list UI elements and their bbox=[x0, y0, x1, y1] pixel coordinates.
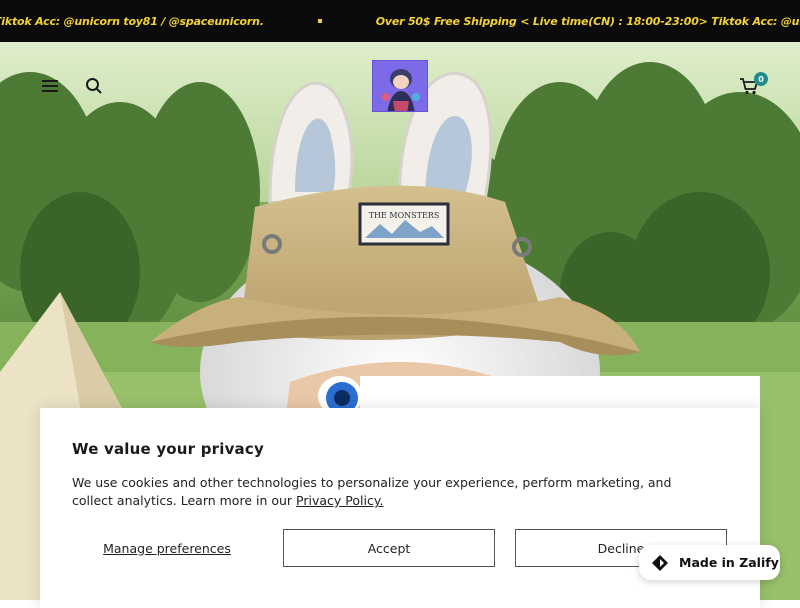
accept-button[interactable]: Accept bbox=[283, 529, 495, 567]
privacy-policy-link[interactable]: Privacy Policy. bbox=[296, 493, 383, 508]
announcement-text-left: Tiktok Acc: @unicorn toy81 / @spaceunico… bbox=[0, 14, 264, 28]
privacy-title: We value your privacy bbox=[72, 440, 264, 458]
hamburger-menu-icon bbox=[42, 80, 58, 92]
logo-image bbox=[373, 61, 427, 111]
announcement-track: Tiktok Acc: @unicorn toy81 / @spaceunico… bbox=[0, 0, 800, 42]
announcement-text-right: Over 50$ Free Shipping < Live time(CN) :… bbox=[375, 14, 800, 28]
menu-button[interactable] bbox=[36, 72, 64, 100]
store-logo[interactable] bbox=[372, 60, 428, 112]
search-button[interactable] bbox=[80, 72, 108, 100]
cart-count-badge: 0 bbox=[754, 72, 768, 86]
zalify-logo-icon bbox=[652, 554, 668, 571]
manage-preferences-button[interactable]: Manage preferences bbox=[72, 529, 262, 567]
made-in-zalify-badge[interactable]: Made in Zalify bbox=[639, 545, 780, 580]
separator-dot bbox=[317, 19, 322, 23]
announcement-bar: Tiktok Acc: @unicorn toy81 / @spaceunico… bbox=[0, 0, 800, 42]
search-icon bbox=[86, 78, 102, 94]
hat-patch-text: THE MONSTERS bbox=[369, 211, 440, 220]
privacy-actions: Manage preferences Accept Decline bbox=[72, 529, 728, 567]
privacy-banner-tab bbox=[360, 376, 760, 410]
zalify-badge-label: Made in Zalify bbox=[679, 555, 779, 570]
privacy-body: We use cookies and other technologies to… bbox=[72, 474, 712, 510]
